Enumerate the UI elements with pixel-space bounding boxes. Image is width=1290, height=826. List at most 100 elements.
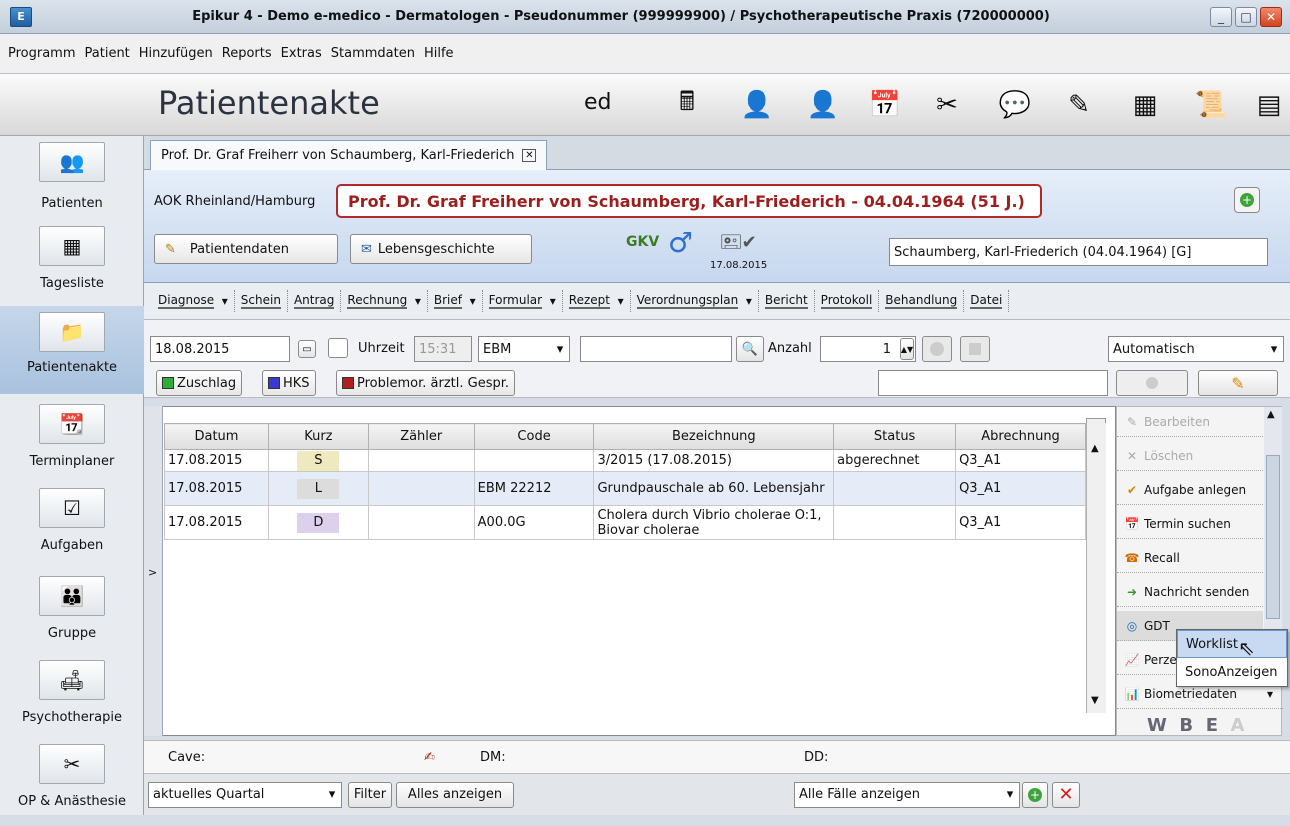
menu-stammdaten[interactable]: Stammdaten — [331, 46, 415, 61]
uhrzeit-field[interactable]: 15:31 — [414, 336, 472, 362]
menu-rechnung[interactable]: Rechnung ▾ — [341, 290, 428, 312]
note-input[interactable] — [878, 370, 1108, 396]
date-field[interactable]: 18.08.2015 — [150, 336, 290, 362]
collapse-splitter[interactable]: > — [144, 406, 163, 736]
menu-hilfe[interactable]: Hilfe — [424, 46, 454, 61]
patientendaten-button[interactable]: ✎ Patientendaten — [154, 234, 338, 264]
add-patient-icon[interactable]: 👤 — [738, 88, 776, 122]
sidebar-item-gruppe[interactable]: 👪 Gruppe — [0, 570, 144, 658]
tools-icon[interactable]: ✂ — [928, 88, 966, 122]
minimize-button[interactable]: _ — [1210, 6, 1232, 27]
sidebar-item-psychotherapie[interactable]: 🛋 Psychotherapie — [0, 654, 144, 742]
zuschlag-chip[interactable]: Zuschlag — [156, 370, 243, 396]
scroll-up-icon[interactable]: ▲ — [1267, 409, 1275, 420]
edit-note-icon[interactable]: ✎ — [1060, 88, 1098, 122]
sidebar-item-patienten[interactable]: 👥 Patienten — [0, 136, 144, 224]
filter-button[interactable]: Filter — [348, 781, 392, 808]
menu-item-worklist[interactable]: Worklist — [1177, 630, 1287, 658]
spreadsheet-icon[interactable]: ▦ — [1126, 88, 1164, 122]
menu-patient[interactable]: Patient — [85, 46, 130, 61]
billing-icon[interactable]: 🖩 — [668, 87, 706, 122]
letter-b[interactable]: B — [1179, 715, 1193, 736]
menu-verordnungsplan[interactable]: Verordnungsplan ▾ — [631, 290, 759, 312]
sidebar-item-aufgaben[interactable]: ☑ Aufgaben — [0, 482, 144, 570]
letter-e[interactable]: E — [1206, 715, 1218, 736]
menu-item-sonoanzeigen[interactable]: SonoAnzeigen — [1177, 658, 1287, 686]
alles-anzeigen-button[interactable]: Alles anzeigen — [396, 781, 514, 808]
col-status[interactable]: Status — [833, 423, 957, 450]
calendar-search-icon[interactable]: 📅 — [866, 88, 904, 122]
menu-schein[interactable]: Schein — [235, 290, 288, 312]
menu-brief[interactable]: Brief ▾ — [428, 290, 483, 312]
table-row[interactable]: 17.08.2015 D A00.0G Cholera durch Vibrio… — [164, 505, 1086, 540]
scroll-down-icon[interactable]: ▼ — [1091, 695, 1099, 706]
uhrzeit-checkbox[interactable] — [328, 338, 348, 358]
sidebar-item-tagesliste[interactable]: ▦ Tagesliste — [0, 220, 144, 308]
quartal-select[interactable]: aktuelles Quartal ▾ — [148, 781, 342, 808]
sidebar-item-op-anaesthesie[interactable]: ✂ OP & Anästhesie — [0, 738, 144, 826]
recall-button[interactable]: ☎ Recall — [1117, 543, 1263, 573]
app-icon[interactable]: E — [10, 6, 32, 27]
menu-rezept[interactable]: Rezept ▾ — [563, 290, 631, 312]
patient-icon[interactable]: 👤 — [804, 88, 842, 122]
device-icon[interactable]: ▤ — [1250, 88, 1288, 122]
menu-protokoll[interactable]: Protokoll — [815, 290, 880, 312]
menu-hinzufuegen[interactable]: Hinzufügen — [139, 46, 213, 61]
stepper-arrows-icon[interactable]: ▲▼ — [900, 338, 914, 360]
col-abrechnung[interactable]: Abrechnung — [955, 423, 1086, 450]
menu-reports[interactable]: Reports — [222, 46, 272, 61]
add-case-button[interactable]: + — [1022, 781, 1048, 808]
date-picker-button[interactable]: ▭ — [298, 340, 316, 358]
scroll-up-icon[interactable]: ▲ — [1091, 443, 1099, 454]
scroll-thumb[interactable] — [1266, 455, 1280, 619]
close-tab-icon[interactable]: ✕ — [522, 149, 537, 162]
termin-suchen-button[interactable]: 📅 Termin suchen — [1117, 509, 1263, 539]
record-button[interactable] — [922, 336, 952, 362]
aufgabe-anlegen-button[interactable]: ✔ Aufgabe anlegen — [1117, 475, 1263, 505]
menu-behandlung[interactable]: Behandlung — [879, 290, 965, 312]
loeschen-button[interactable]: ✕ Löschen — [1117, 441, 1263, 471]
col-code[interactable]: Code — [473, 423, 595, 450]
patient-alias-field[interactable]: Schaumberg, Karl-Friederich (04.04.1964)… — [889, 238, 1268, 266]
patient-tab[interactable]: Prof. Dr. Graf Freiherr von Schaumberg, … — [150, 140, 548, 170]
mode-select[interactable]: Automatisch ▾ — [1108, 336, 1284, 362]
col-bezeichnung[interactable]: Bezeichnung — [593, 423, 835, 450]
sidebar-item-patientenakte[interactable]: 📁 Patientenakte — [0, 306, 144, 394]
col-zaehler[interactable]: Zähler — [367, 423, 475, 450]
circle-button[interactable] — [1116, 370, 1188, 396]
faelle-select[interactable]: Alle Fälle anzeigen ▾ — [794, 781, 1020, 808]
table-row[interactable]: 17.08.2015 S 3/2015 (17.08.2015) abgerec… — [164, 449, 1086, 472]
col-datum[interactable]: Datum — [164, 423, 269, 450]
side-panel-scrollbar[interactable]: ▲ — [1264, 407, 1282, 657]
menu-diagnose[interactable]: Diagnose ▾ — [152, 290, 235, 312]
chat-icon[interactable]: 💬 — [996, 88, 1034, 122]
remove-case-button[interactable]: ✕ — [1052, 781, 1080, 808]
close-button[interactable]: ✕ — [1260, 6, 1282, 27]
letter-a[interactable]: A — [1231, 715, 1245, 736]
stop-button[interactable] — [960, 336, 990, 362]
menu-formular[interactable]: Formular ▾ — [483, 290, 563, 312]
problemor-chip[interactable]: Problemor. ärztl. Gespr. — [336, 370, 516, 396]
add-button[interactable]: + — [1234, 187, 1260, 213]
menu-bericht[interactable]: Bericht — [759, 290, 815, 312]
menu-programm[interactable]: Programm — [8, 46, 76, 61]
menu-datei[interactable]: Datei — [964, 290, 1010, 312]
table-scrollbar[interactable]: ▲ ▼ — [1086, 423, 1106, 713]
lebensgeschichte-button[interactable]: ✉ Lebensgeschichte — [350, 234, 532, 264]
letter-w[interactable]: W — [1147, 715, 1167, 736]
maximize-button[interactable]: □ — [1235, 6, 1257, 27]
menu-extras[interactable]: Extras — [281, 46, 322, 61]
katalog-select[interactable]: EBM ▾ — [478, 336, 570, 362]
nachricht-senden-button[interactable]: ➜ Nachricht senden — [1117, 577, 1263, 607]
col-kurz[interactable]: Kurz — [267, 423, 369, 450]
table-row[interactable]: 17.08.2015 L EBM 22212 Grundpauschale ab… — [164, 471, 1086, 506]
sidebar-item-terminplaner[interactable]: 📆 Terminplaner — [0, 398, 144, 486]
pencil-button[interactable]: ✎ — [1198, 370, 1278, 396]
menu-antrag[interactable]: Antrag — [288, 290, 342, 312]
code-search-input[interactable] — [580, 336, 732, 362]
certificate-icon[interactable]: 📜 — [1192, 88, 1230, 122]
search-button[interactable]: 🔍 — [736, 336, 764, 362]
hks-chip[interactable]: HKS — [262, 370, 316, 396]
edit-cave-icon[interactable]: ✍ — [424, 750, 435, 765]
bearbeiten-button[interactable]: ✎ Bearbeiten — [1117, 407, 1263, 437]
